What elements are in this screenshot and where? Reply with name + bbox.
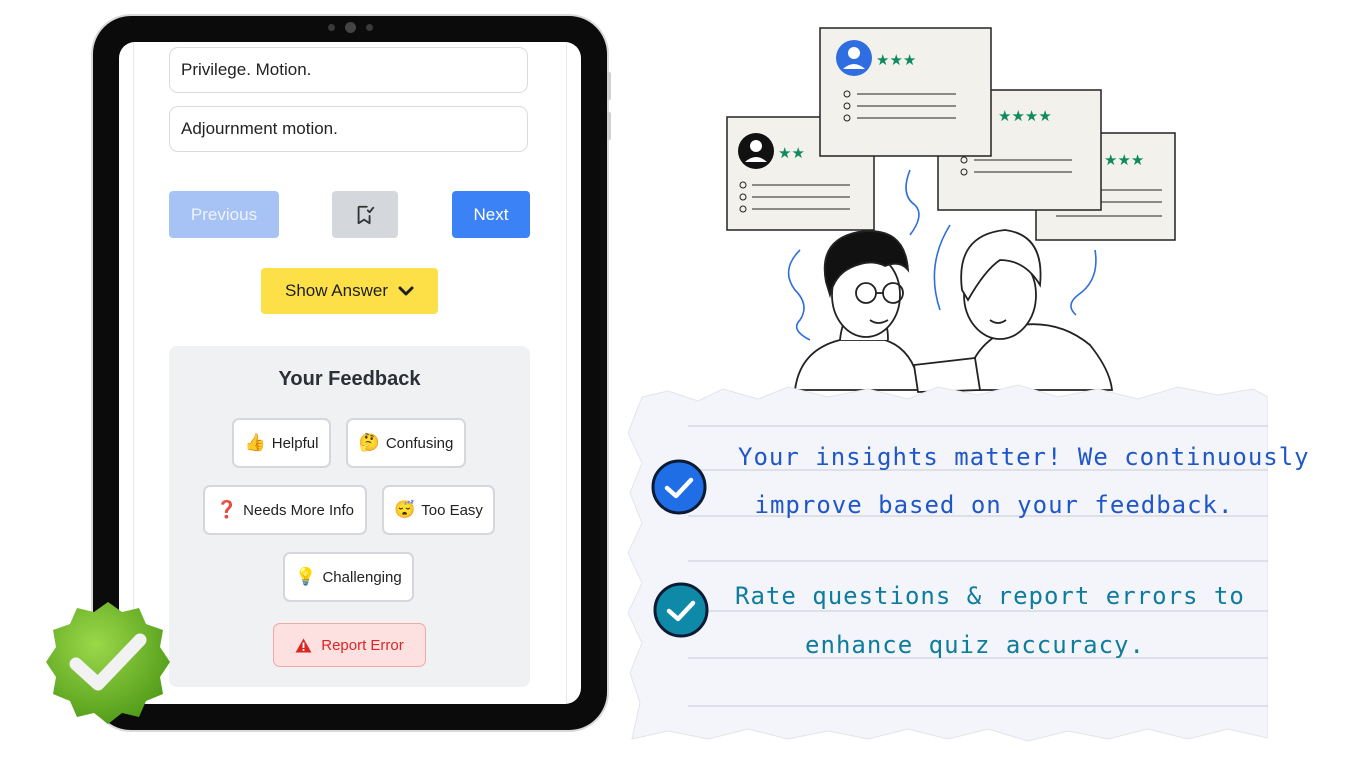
question-mark-icon: ❓ [215, 500, 238, 519]
chip-label: Too Easy [421, 501, 483, 519]
thinking-face-icon: 🤔 [358, 433, 380, 452]
chip-label: Helpful [271, 434, 319, 452]
review-card: ★★★ [819, 27, 992, 157]
two-people-reading [793, 229, 1113, 393]
feedback-panel: Your Feedback 👍 Helpful 🤔 Confusing ❓ Ne… [169, 346, 530, 687]
note-line-1b: improve based on your feedback. [754, 491, 1234, 519]
svg-text:★★★★: ★★★★ [998, 107, 1052, 125]
tablet-side-button [607, 72, 611, 100]
next-button[interactable]: Next [452, 191, 530, 238]
show-answer-label: Show Answer [285, 281, 388, 300]
svg-text:★★★: ★★★ [1104, 151, 1144, 169]
feedback-challenging-button[interactable]: 💡 Challenging [283, 552, 414, 602]
lightbulb-icon: 💡 [295, 567, 317, 586]
check-circle-icon [651, 459, 707, 515]
report-error-label: Report Error [321, 636, 404, 654]
quiz-screen: Privilege. Motion. Adjournment motion. P… [119, 42, 581, 704]
review-illustration: ★★ ★★★ ★★★★ ★★★ [726, 27, 1176, 393]
sleeping-face-icon: 😴 [394, 500, 416, 519]
chevron-down-icon [398, 286, 414, 296]
feedback-needs-more-info-button[interactable]: ❓ Needs More Info [203, 485, 367, 535]
answer-option[interactable]: Privilege. Motion. [169, 47, 528, 93]
feedback-too-easy-button[interactable]: 😴 Too Easy [382, 485, 495, 535]
chip-label: Needs More Info [243, 501, 355, 519]
torn-notepaper [628, 384, 1268, 742]
tablet-side-button [607, 112, 611, 140]
show-answer-button[interactable]: Show Answer [261, 268, 438, 314]
chip-label: Confusing [385, 434, 454, 452]
feedback-confusing-button[interactable]: 🤔 Confusing [346, 418, 466, 468]
previous-button[interactable]: Previous [169, 191, 279, 238]
tablet-camera [93, 22, 607, 33]
note-line-1a: Your insights matter! We continuously [738, 443, 1310, 471]
check-circle-icon [653, 582, 709, 638]
bookmark-check-icon [357, 205, 375, 224]
warning-triangle-icon [295, 638, 312, 652]
svg-text:★★: ★★ [778, 144, 805, 162]
bookmark-button[interactable] [332, 191, 398, 238]
verified-check-badge [46, 602, 170, 724]
answer-option[interactable]: Adjournment motion. [169, 106, 528, 152]
report-error-button[interactable]: Report Error [273, 623, 426, 667]
svg-text:★★★: ★★★ [876, 51, 916, 69]
note-line-2a: Rate questions & report errors to [735, 582, 1245, 610]
feedback-helpful-button[interactable]: 👍 Helpful [232, 418, 331, 468]
chip-label: Challenging [322, 568, 402, 586]
answer-option-label: Adjournment motion. [181, 119, 338, 138]
note-line-2b: enhance quiz accuracy. [805, 631, 1145, 659]
feedback-title: Your Feedback [278, 368, 421, 390]
answer-option-label: Privilege. Motion. [181, 60, 312, 79]
thumbs-up-icon: 👍 [244, 433, 266, 452]
